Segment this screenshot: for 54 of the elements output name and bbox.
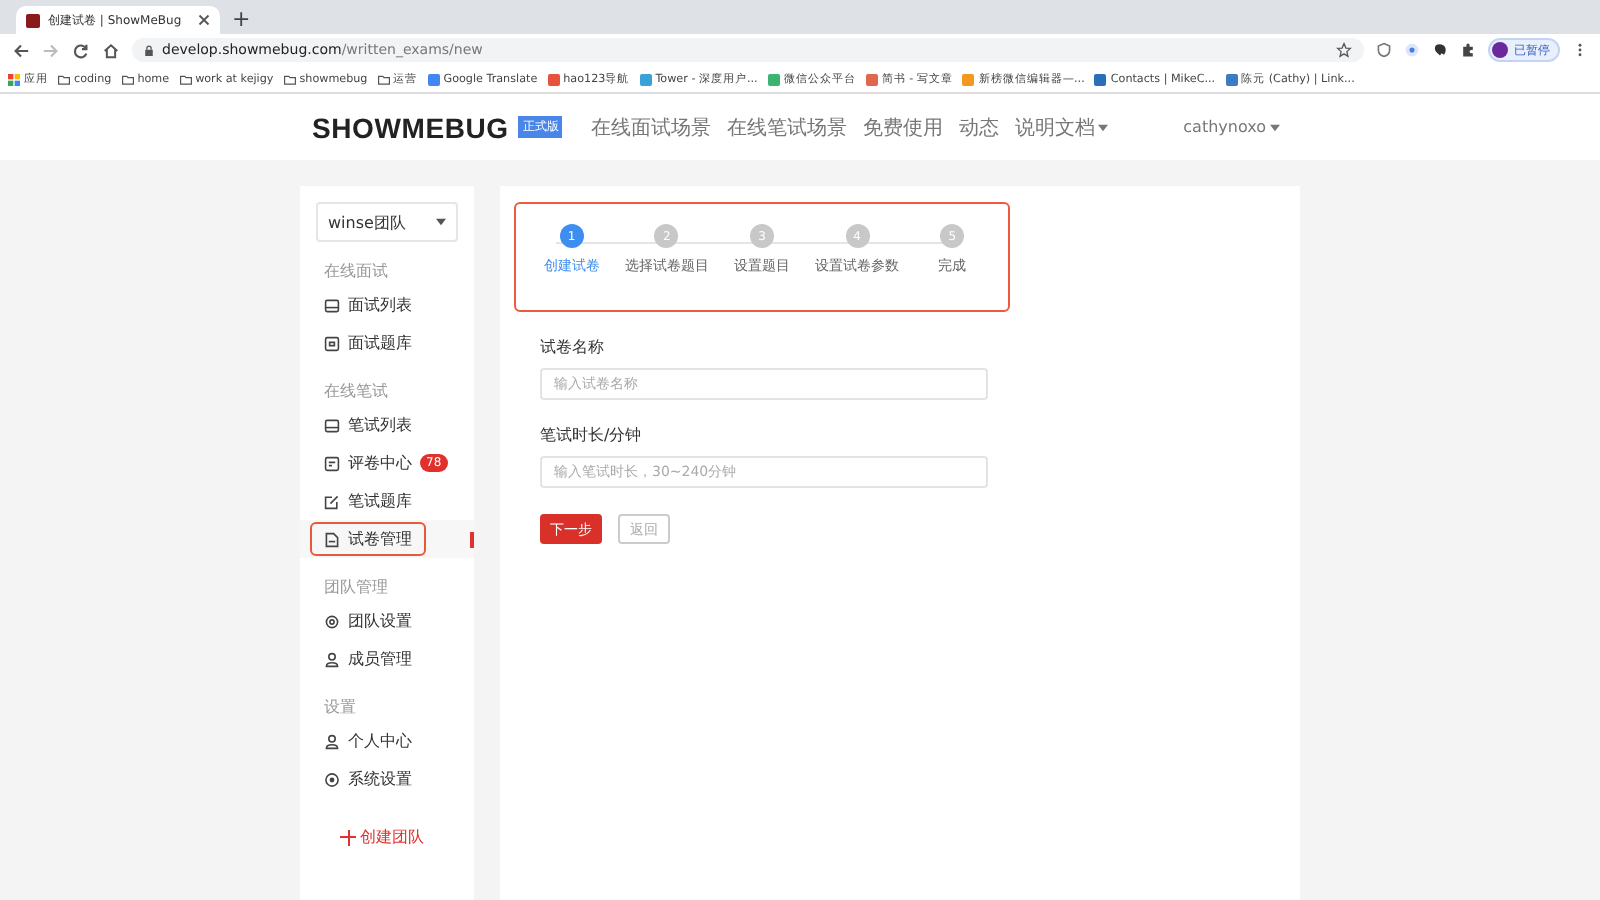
edit-icon xyxy=(324,493,340,509)
section-title: 在线面试 xyxy=(324,260,390,282)
sidebar-item[interactable]: 笔试题库 xyxy=(300,482,474,520)
nav-link[interactable]: 免费使用 xyxy=(862,113,943,141)
extension-icon[interactable] xyxy=(1404,42,1420,58)
sidebar-item[interactable]: 笔试列表 xyxy=(300,406,474,444)
section-title: 设置 xyxy=(324,696,358,718)
field-label: 笔试时长/分钟 xyxy=(540,424,644,446)
caret-icon xyxy=(1098,123,1109,131)
folder-icon xyxy=(121,73,134,85)
target-icon xyxy=(324,771,340,787)
folder-icon xyxy=(283,73,296,85)
folder-icon xyxy=(377,73,390,85)
star-icon[interactable] xyxy=(1336,42,1352,58)
caret-icon xyxy=(1270,123,1280,131)
close-icon[interactable] xyxy=(198,14,210,26)
user-icon xyxy=(324,733,340,749)
review-icon xyxy=(324,455,340,471)
caret-icon xyxy=(436,218,446,226)
doc-icon xyxy=(324,531,340,547)
nav-link[interactable]: 动态 xyxy=(958,113,999,141)
sidebar-item[interactable]: 试卷管理 xyxy=(300,520,474,558)
sidebar-item[interactable]: 团队设置 xyxy=(300,602,474,640)
section-title: 团队管理 xyxy=(324,576,390,598)
box-icon xyxy=(324,335,340,351)
nav-link[interactable]: 在线笔试场景 xyxy=(726,113,847,141)
sidebar-item[interactable]: 系统设置 xyxy=(300,760,474,798)
list-icon xyxy=(324,417,340,433)
sidebar-item[interactable]: 个人中心 xyxy=(300,722,474,760)
logo[interactable]: SHOWMEBUG xyxy=(312,111,509,143)
sidebar-item[interactable]: 面试题库 xyxy=(300,324,474,362)
nav-link[interactable]: 说明文档 xyxy=(1014,113,1109,141)
avatar-icon xyxy=(1492,42,1508,58)
reload-icon[interactable] xyxy=(72,41,90,59)
sidebar-item[interactable]: 成员管理 xyxy=(300,640,474,678)
new-tab-button[interactable]: + xyxy=(232,6,251,34)
create-team-link[interactable]: 创建团队 xyxy=(340,826,474,848)
user-icon xyxy=(324,651,340,667)
favicon-icon xyxy=(26,13,40,27)
list-icon xyxy=(324,297,340,313)
back-icon[interactable] xyxy=(12,41,30,59)
puzzle-icon[interactable] xyxy=(1460,42,1476,58)
lock-icon xyxy=(144,43,154,57)
apps-icon xyxy=(8,73,20,85)
section-title: 在线笔试 xyxy=(324,380,390,402)
home-icon[interactable] xyxy=(102,41,120,59)
field-label: 试卷名称 xyxy=(540,336,606,358)
team-select[interactable]: winse团队 xyxy=(316,202,458,242)
shield-icon[interactable] xyxy=(1376,42,1392,58)
sidebar-item[interactable]: 面试列表 xyxy=(300,286,474,324)
nav-link[interactable]: 在线面试场景 xyxy=(590,113,711,141)
folder-icon xyxy=(179,73,192,85)
folder-icon xyxy=(58,73,70,85)
user-menu[interactable]: cathynoxo xyxy=(1183,118,1280,136)
